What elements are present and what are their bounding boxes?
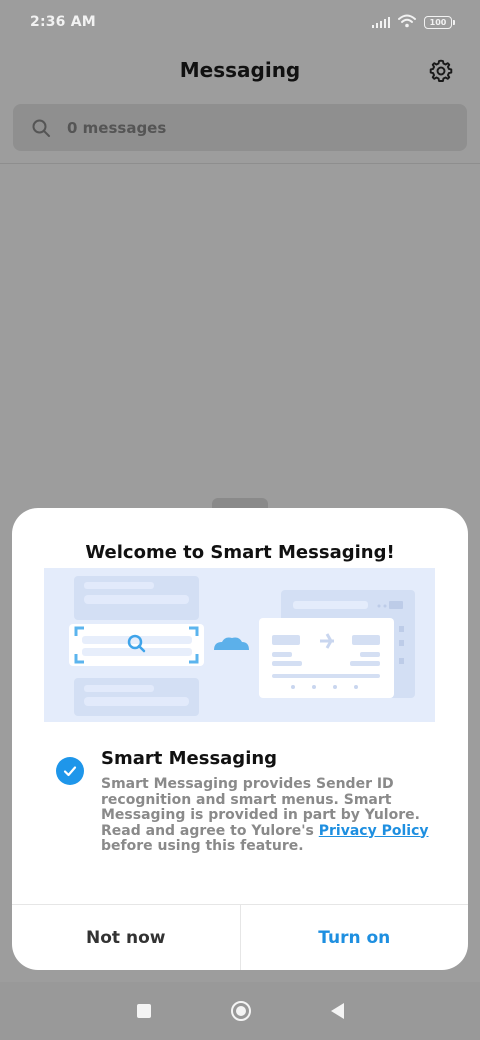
smart-messaging-dialog: Welcome to Smart Messaging! Smart Messag… (12, 508, 468, 970)
page-title: Messaging (179, 58, 301, 82)
wifi-icon (398, 13, 416, 32)
home-icon[interactable] (230, 1001, 251, 1021)
navigation-bar (0, 982, 480, 1040)
status-time: 2:36 AM (30, 14, 96, 30)
option-description: Smart Messaging provides Sender ID recog… (101, 776, 431, 855)
signal-icon (372, 16, 390, 28)
checkmark-icon (63, 766, 77, 777)
settings-button[interactable] (426, 56, 456, 86)
search-icon (32, 119, 50, 137)
gear-icon (429, 59, 453, 82)
search-bar[interactable]: 0 messages (13, 104, 467, 151)
option-title: Smart Messaging (101, 748, 278, 769)
status-bar: 2:36 AM 100 (0, 0, 480, 44)
smart-messaging-checkbox[interactable] (56, 757, 84, 785)
smart-messaging-illustration (44, 568, 435, 722)
description-text-end: before using this feature. (101, 838, 304, 854)
privacy-policy-link[interactable]: Privacy Policy (319, 823, 429, 839)
battery-icon: 100 (424, 15, 455, 29)
header-divider (0, 163, 480, 164)
turn-on-button[interactable]: Turn on (241, 905, 469, 970)
back-icon[interactable] (330, 1003, 344, 1019)
not-now-button[interactable]: Not now (12, 905, 241, 970)
app-header: Messaging (0, 44, 480, 96)
status-icons: 100 (372, 13, 455, 32)
dialog-buttons: Not now Turn on (12, 904, 468, 970)
dialog-title: Welcome to Smart Messaging! (85, 542, 395, 563)
search-input[interactable]: 0 messages (67, 119, 166, 137)
recents-icon[interactable] (136, 1004, 151, 1018)
